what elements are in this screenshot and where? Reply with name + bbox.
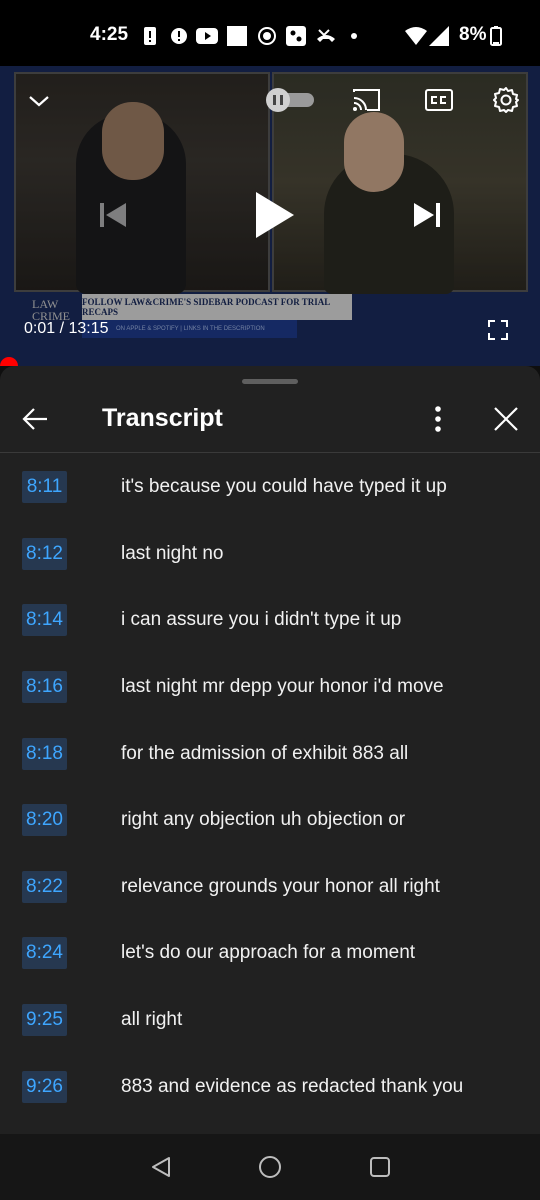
transcript-text: all right	[121, 1009, 183, 1031]
transcript-timestamp[interactable]: 9:26	[22, 1070, 67, 1103]
square-icon	[227, 26, 247, 46]
next-video-icon[interactable]	[410, 198, 444, 232]
transcript-text: last night no	[121, 542, 224, 564]
transcript-timestamp[interactable]: 8:16	[22, 671, 67, 704]
fullscreen-icon[interactable]	[486, 318, 510, 342]
panel-header: Transcript	[0, 386, 540, 452]
dots-app-icon	[286, 26, 306, 46]
transcript-text: i can assure you i didn't type it up	[121, 609, 402, 631]
transcript-timestamp[interactable]: 8:24	[22, 937, 67, 970]
status-time: 4:25	[90, 24, 129, 45]
transcript-row[interactable]: 8:14 i can assure you i didn't type it up	[0, 587, 540, 654]
transcript-panel: Transcript 8:11 it's because you could ha…	[0, 366, 540, 1134]
transcript-row[interactable]: 8:12 last night no	[0, 521, 540, 588]
transcript-text: let's do our approach for a moment	[121, 942, 416, 964]
panel-drag-handle[interactable]	[242, 379, 298, 384]
transcript-timestamp[interactable]: 8:18	[22, 737, 67, 770]
transcript-row[interactable]: 8:16 last night mr depp your honor i'd mo…	[0, 654, 540, 721]
transcript-row[interactable]: 9:25 all right	[0, 987, 540, 1054]
transcript-row[interactable]: 9:26 883 and evidence as redacted thank y…	[0, 1053, 540, 1120]
play-icon[interactable]	[250, 188, 298, 242]
collapse-chevron-icon[interactable]	[26, 88, 52, 114]
status-bar: 4:25 8%	[0, 0, 540, 66]
transcript-timestamp[interactable]: 9:25	[22, 1004, 67, 1037]
nav-recents-icon[interactable]	[367, 1154, 393, 1180]
signal-icon	[429, 26, 449, 46]
record-icon	[257, 26, 277, 46]
video-duration: 13:15	[68, 320, 109, 337]
system-nav-bar	[0, 1134, 540, 1200]
back-arrow-icon[interactable]	[20, 404, 50, 434]
transcript-row[interactable]: 8:24 let's do our approach for a moment	[0, 920, 540, 987]
transcript-list: 8:11 it's because you could have typed it…	[0, 454, 540, 1120]
transcript-row[interactable]: 8:18 for the admission of exhibit 883 all	[0, 720, 540, 787]
transcript-text: relevance grounds your honor all right	[121, 875, 440, 897]
battery-percent: 8%	[459, 24, 487, 45]
nav-back-icon[interactable]	[148, 1154, 174, 1180]
transcript-text: for the admission of exhibit 883 all	[121, 742, 409, 764]
time-separator: /	[59, 320, 65, 337]
sim-alert-icon	[143, 26, 157, 46]
time-readout: 0:01 / 13:15	[24, 320, 109, 338]
transcript-timestamp[interactable]: 8:14	[22, 604, 67, 637]
transcript-text: right any objection uh objection or	[121, 809, 406, 831]
cast-icon[interactable]	[350, 86, 382, 114]
youtube-icon	[196, 26, 218, 46]
autoplay-toggle[interactable]	[264, 88, 316, 112]
transcript-timestamp[interactable]: 8:12	[22, 537, 67, 570]
transcript-row[interactable]: 8:20 right any objection uh objection or	[0, 787, 540, 854]
transcript-text: it's because you could have typed it up	[121, 476, 447, 498]
panel-title: Transcript	[102, 404, 223, 432]
missed-call-icon	[315, 26, 337, 46]
transcript-row[interactable]: 8:11 it's because you could have typed it…	[0, 454, 540, 521]
current-time: 0:01	[24, 320, 56, 337]
transcript-text: last night mr depp your honor i'd move	[121, 676, 444, 698]
transcript-text: 883 and evidence as redacted thank you	[121, 1075, 464, 1097]
settings-gear-icon[interactable]	[490, 84, 522, 116]
more-options-icon[interactable]	[428, 404, 448, 434]
battery-icon	[490, 26, 502, 46]
wifi-icon	[405, 26, 427, 46]
transcript-row[interactable]: 8:22 relevance grounds your honor all rig…	[0, 854, 540, 921]
transcript-timestamp[interactable]: 8:20	[22, 804, 67, 837]
video-player[interactable]: LAW CRIME FOLLOW LAW&CRIME'S SIDEBAR POD…	[0, 66, 540, 366]
transcript-timestamp[interactable]: 8:11	[22, 471, 67, 504]
header-divider	[0, 452, 540, 453]
previous-video-icon[interactable]	[96, 198, 130, 232]
notification-dot-icon	[350, 26, 358, 46]
transcript-timestamp[interactable]: 8:22	[22, 870, 67, 903]
nav-home-icon[interactable]	[257, 1154, 283, 1180]
close-icon[interactable]	[490, 404, 522, 434]
alert-circle-icon	[170, 26, 188, 46]
closed-captions-icon[interactable]	[424, 86, 454, 114]
